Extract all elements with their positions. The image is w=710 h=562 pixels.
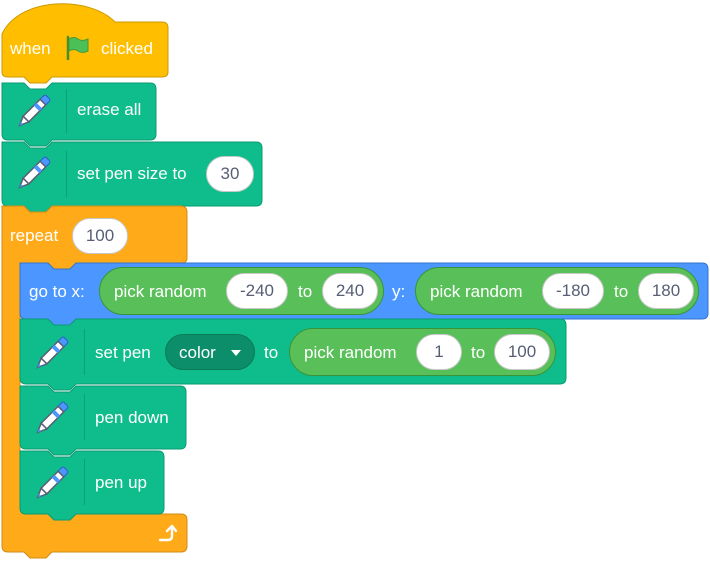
random-x-to-input[interactable]: 240 <box>322 273 378 309</box>
hat-when-label: when <box>10 39 51 58</box>
random-y-to-input[interactable]: 180 <box>638 273 694 309</box>
pick-random-label: pick random <box>304 343 397 362</box>
chevron-down-icon <box>231 350 241 356</box>
block-separator <box>66 151 67 197</box>
pick-random-to-label: to <box>471 343 486 362</box>
block-separator <box>84 329 85 375</box>
block-separator <box>84 394 85 440</box>
random-color-to-input[interactable]: 100 <box>494 334 550 370</box>
set-pen-label: set pen <box>95 343 151 362</box>
loop-arrow-icon <box>158 524 177 542</box>
random-x-from-input[interactable]: -240 <box>226 273 288 309</box>
random-y-from-input[interactable]: -180 <box>542 273 604 309</box>
pick-random-x-reporter[interactable]: pick random -240 to 240 <box>99 267 384 315</box>
pen-icon <box>36 336 69 369</box>
go-to-x-label: go to x: <box>29 282 85 301</box>
pick-random-y-reporter[interactable]: pick random -180 to 180 <box>415 267 699 315</box>
pick-random-color-reporter[interactable]: pick random 1 to 100 <box>289 328 556 376</box>
pen-param-dropdown-value: color <box>179 343 216 362</box>
pick-random-label: pick random <box>430 282 523 301</box>
block-separator <box>66 89 67 133</box>
repeat-count-input[interactable]: 100 <box>72 218 128 254</box>
go-to-y-label: y: <box>392 282 406 301</box>
pen-param-dropdown[interactable]: color <box>165 334 255 370</box>
pen-icon <box>18 156 51 189</box>
pen-down-label: pen down <box>95 408 169 427</box>
green-flag-icon <box>66 35 89 61</box>
pen-icon <box>36 401 69 434</box>
pick-random-to-label: to <box>298 282 313 301</box>
pen-up-label: pen up <box>95 473 147 492</box>
hat-clicked-label: clicked <box>101 39 153 58</box>
pen-size-input[interactable]: 30 <box>206 156 254 192</box>
block-separator <box>84 459 85 505</box>
set-pen-size-label: set pen size to <box>77 164 187 183</box>
pen-icon <box>36 466 69 499</box>
pen-icon <box>18 94 51 127</box>
set-pen-to-label: to <box>264 343 279 362</box>
erase-all-label: erase all <box>77 100 142 119</box>
random-color-from-input[interactable]: 1 <box>416 334 462 370</box>
pick-random-to-label: to <box>614 282 629 301</box>
repeat-label: repeat <box>10 226 59 245</box>
pick-random-label: pick random <box>114 282 207 301</box>
